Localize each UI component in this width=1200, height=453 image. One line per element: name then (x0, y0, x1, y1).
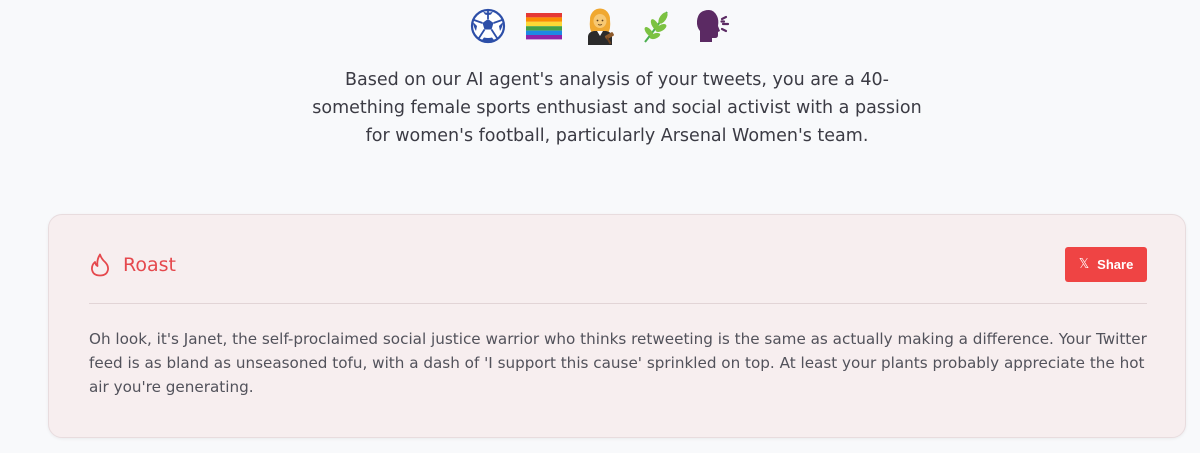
flame-icon (89, 253, 111, 277)
roast-card: Roast 𝕏 Share Oh look, it's Janet, the s… (48, 214, 1186, 438)
share-button-label: Share (1097, 257, 1134, 272)
herb-icon (637, 7, 675, 45)
woman-judge-icon (581, 7, 619, 45)
roast-title-label: Roast (123, 254, 176, 276)
persona-summary: Based on our AI agent's analysis of your… (312, 70, 922, 146)
roast-text: Oh look, it's Janet, the self-proclaimed… (89, 330, 1147, 396)
roast-divider (89, 303, 1147, 304)
persona-emoji-row (0, 6, 1200, 46)
roast-title: Roast (89, 253, 176, 277)
share-button[interactable]: 𝕏 Share (1065, 247, 1147, 282)
speaking-head-icon (693, 7, 731, 45)
rainbow-flag-icon (525, 7, 563, 45)
soccer-ball-icon (469, 7, 507, 45)
roast-card-header: Roast 𝕏 Share (89, 247, 1147, 283)
x-logo-icon: 𝕏 (1078, 257, 1090, 272)
